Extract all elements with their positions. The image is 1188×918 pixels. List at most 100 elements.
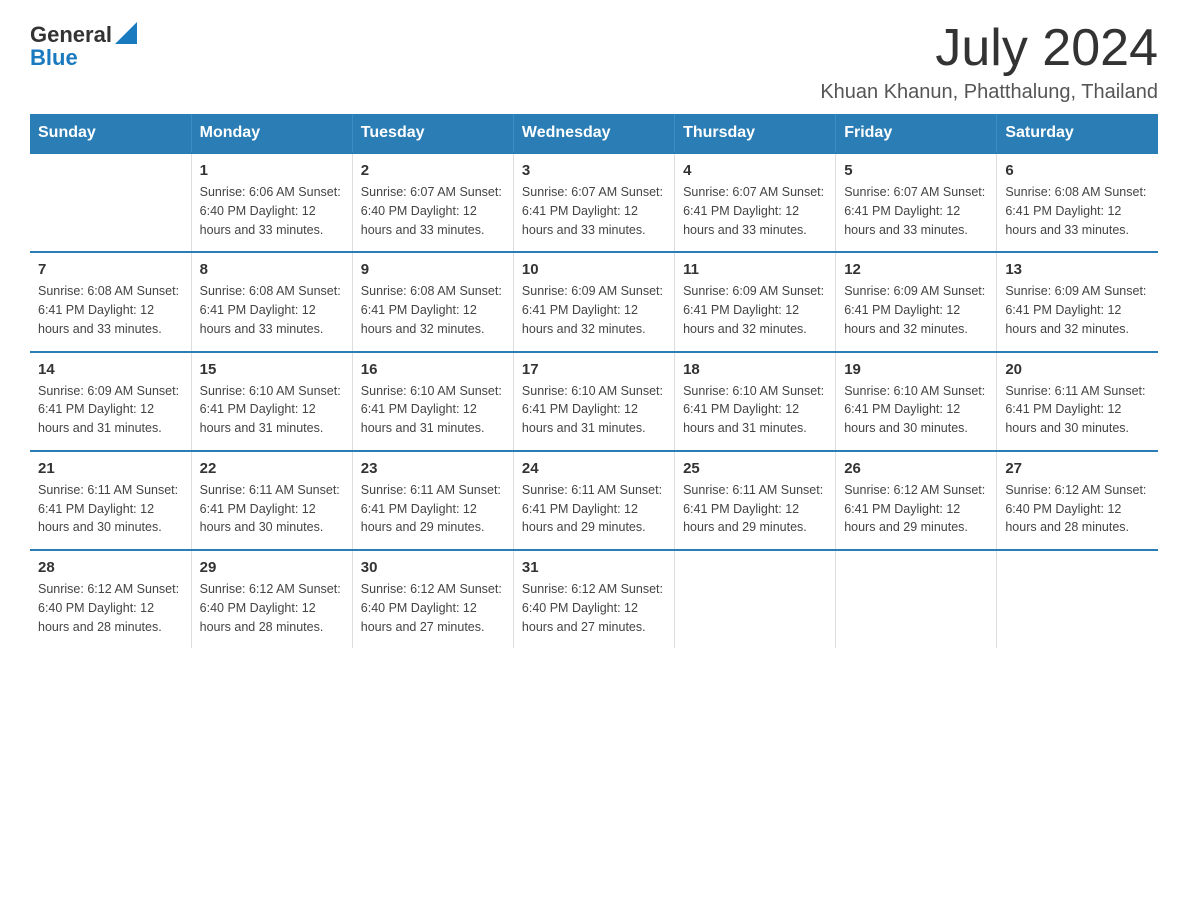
calendar-cell bbox=[30, 153, 191, 252]
header-wednesday: Wednesday bbox=[513, 114, 674, 153]
day-number: 25 bbox=[683, 460, 827, 477]
day-info: Sunrise: 6:07 AM Sunset: 6:41 PM Dayligh… bbox=[844, 183, 988, 239]
calendar-cell: 15 Sunrise: 6:10 AM Sunset: 6:41 PM Dayli… bbox=[191, 352, 352, 451]
day-number: 18 bbox=[683, 361, 827, 378]
week-row-3: 14 Sunrise: 6:09 AM Sunset: 6:41 PM Dayli… bbox=[30, 352, 1158, 451]
day-info: Sunrise: 6:10 AM Sunset: 6:41 PM Dayligh… bbox=[844, 382, 988, 438]
calendar-cell: 27Sunrise: 6:12 AM Sunset: 6:40 PM Dayli… bbox=[997, 451, 1158, 550]
day-number: 7 bbox=[38, 261, 183, 278]
day-info: Sunrise: 6:09 AM Sunset: 6:41 PM Dayligh… bbox=[844, 282, 988, 338]
title-block: July 2024 Khuan Khanun, Phatthalung, Tha… bbox=[820, 20, 1158, 104]
day-number: 22 bbox=[200, 460, 344, 477]
calendar-header: SundayMondayTuesdayWednesdayThursdayFrid… bbox=[30, 114, 1158, 153]
day-number: 23 bbox=[361, 460, 505, 477]
day-number: 20 bbox=[1005, 361, 1150, 378]
header-row: SundayMondayTuesdayWednesdayThursdayFrid… bbox=[30, 114, 1158, 153]
calendar-cell: 31Sunrise: 6:12 AM Sunset: 6:40 PM Dayli… bbox=[513, 550, 674, 648]
day-number: 14 bbox=[38, 361, 183, 378]
week-row-4: 21 Sunrise: 6:11 AM Sunset: 6:41 PM Dayli… bbox=[30, 451, 1158, 550]
day-info: Sunrise: 6:10 AM Sunset: 6:41 PM Dayligh… bbox=[522, 382, 666, 438]
week-row-2: 7 Sunrise: 6:08 AM Sunset: 6:41 PM Daylig… bbox=[30, 252, 1158, 351]
day-number: 26 bbox=[844, 460, 988, 477]
logo-triangle-icon bbox=[115, 22, 137, 44]
header-monday: Monday bbox=[191, 114, 352, 153]
day-number: 13 bbox=[1005, 261, 1150, 278]
calendar-cell: 3 Sunrise: 6:07 AM Sunset: 6:41 PM Daylig… bbox=[513, 153, 674, 252]
day-number: 24 bbox=[522, 460, 666, 477]
day-number: 17 bbox=[522, 361, 666, 378]
day-info: Sunrise: 6:06 AM Sunset: 6:40 PM Dayligh… bbox=[200, 183, 344, 239]
day-info: Sunrise: 6:08 AM Sunset: 6:41 PM Dayligh… bbox=[200, 282, 344, 338]
day-info: Sunrise: 6:09 AM Sunset: 6:41 PM Dayligh… bbox=[683, 282, 827, 338]
day-number: 21 bbox=[38, 460, 183, 477]
day-info: Sunrise: 6:12 AM Sunset: 6:40 PM Dayligh… bbox=[200, 580, 344, 636]
day-number: 12 bbox=[844, 261, 988, 278]
day-number: 5 bbox=[844, 162, 988, 179]
day-info: Sunrise: 6:11 AM Sunset: 6:41 PM Dayligh… bbox=[361, 481, 505, 537]
day-info: Sunrise: 6:08 AM Sunset: 6:41 PM Dayligh… bbox=[361, 282, 505, 338]
calendar-cell: 12 Sunrise: 6:09 AM Sunset: 6:41 PM Dayli… bbox=[836, 252, 997, 351]
day-info: Sunrise: 6:12 AM Sunset: 6:40 PM Dayligh… bbox=[522, 580, 666, 636]
calendar-cell: 22Sunrise: 6:11 AM Sunset: 6:41 PM Dayli… bbox=[191, 451, 352, 550]
calendar-cell: 28Sunrise: 6:12 AM Sunset: 6:40 PM Dayli… bbox=[30, 550, 191, 648]
day-number: 3 bbox=[522, 162, 666, 179]
calendar-cell: 7 Sunrise: 6:08 AM Sunset: 6:41 PM Daylig… bbox=[30, 252, 191, 351]
calendar-cell: 5 Sunrise: 6:07 AM Sunset: 6:41 PM Daylig… bbox=[836, 153, 997, 252]
calendar-cell: 1Sunrise: 6:06 AM Sunset: 6:40 PM Daylig… bbox=[191, 153, 352, 252]
location-subtitle: Khuan Khanun, Phatthalung, Thailand bbox=[820, 81, 1158, 104]
calendar-cell: 24 Sunrise: 6:11 AM Sunset: 6:41 PM Dayli… bbox=[513, 451, 674, 550]
calendar-cell: 17 Sunrise: 6:10 AM Sunset: 6:41 PM Dayli… bbox=[513, 352, 674, 451]
day-info: Sunrise: 6:07 AM Sunset: 6:41 PM Dayligh… bbox=[522, 183, 666, 239]
day-number: 30 bbox=[361, 559, 505, 576]
week-row-1: 1Sunrise: 6:06 AM Sunset: 6:40 PM Daylig… bbox=[30, 153, 1158, 252]
header-thursday: Thursday bbox=[675, 114, 836, 153]
day-number: 19 bbox=[844, 361, 988, 378]
day-info: Sunrise: 6:11 AM Sunset: 6:41 PM Dayligh… bbox=[1005, 382, 1150, 438]
day-info: Sunrise: 6:10 AM Sunset: 6:41 PM Dayligh… bbox=[361, 382, 505, 438]
calendar-cell bbox=[675, 550, 836, 648]
day-info: Sunrise: 6:12 AM Sunset: 6:40 PM Dayligh… bbox=[361, 580, 505, 636]
day-info: Sunrise: 6:10 AM Sunset: 6:41 PM Dayligh… bbox=[683, 382, 827, 438]
day-number: 2 bbox=[361, 162, 505, 179]
calendar-cell: 26 Sunrise: 6:12 AM Sunset: 6:41 PM Dayli… bbox=[836, 451, 997, 550]
day-number: 6 bbox=[1005, 162, 1150, 179]
calendar-table: SundayMondayTuesdayWednesdayThursdayFrid… bbox=[30, 114, 1158, 648]
day-info: Sunrise: 6:10 AM Sunset: 6:41 PM Dayligh… bbox=[200, 382, 344, 438]
day-info: Sunrise: 6:12 AM Sunset: 6:40 PM Dayligh… bbox=[38, 580, 183, 636]
day-number: 16 bbox=[361, 361, 505, 378]
calendar-cell: 25Sunrise: 6:11 AM Sunset: 6:41 PM Dayli… bbox=[675, 451, 836, 550]
calendar-cell: 2 Sunrise: 6:07 AM Sunset: 6:40 PM Daylig… bbox=[352, 153, 513, 252]
calendar-cell: 20 Sunrise: 6:11 AM Sunset: 6:41 PM Dayli… bbox=[997, 352, 1158, 451]
day-info: Sunrise: 6:11 AM Sunset: 6:41 PM Dayligh… bbox=[38, 481, 183, 537]
header-saturday: Saturday bbox=[997, 114, 1158, 153]
day-info: Sunrise: 6:11 AM Sunset: 6:41 PM Dayligh… bbox=[522, 481, 666, 537]
day-info: Sunrise: 6:09 AM Sunset: 6:41 PM Dayligh… bbox=[1005, 282, 1150, 338]
day-info: Sunrise: 6:09 AM Sunset: 6:41 PM Dayligh… bbox=[38, 382, 183, 438]
calendar-cell: 9 Sunrise: 6:08 AM Sunset: 6:41 PM Daylig… bbox=[352, 252, 513, 351]
day-number: 11 bbox=[683, 261, 827, 278]
header-sunday: Sunday bbox=[30, 114, 191, 153]
day-info: Sunrise: 6:07 AM Sunset: 6:40 PM Dayligh… bbox=[361, 183, 505, 239]
day-info: Sunrise: 6:08 AM Sunset: 6:41 PM Dayligh… bbox=[38, 282, 183, 338]
calendar-cell: 23 Sunrise: 6:11 AM Sunset: 6:41 PM Dayli… bbox=[352, 451, 513, 550]
calendar-cell: 16 Sunrise: 6:10 AM Sunset: 6:41 PM Dayli… bbox=[352, 352, 513, 451]
calendar-cell: 30 Sunrise: 6:12 AM Sunset: 6:40 PM Dayli… bbox=[352, 550, 513, 648]
calendar-cell: 13 Sunrise: 6:09 AM Sunset: 6:41 PM Dayli… bbox=[997, 252, 1158, 351]
calendar-cell: 6 Sunrise: 6:08 AM Sunset: 6:41 PM Daylig… bbox=[997, 153, 1158, 252]
day-info: Sunrise: 6:07 AM Sunset: 6:41 PM Dayligh… bbox=[683, 183, 827, 239]
calendar-cell: 14 Sunrise: 6:09 AM Sunset: 6:41 PM Dayli… bbox=[30, 352, 191, 451]
logo: General Blue bbox=[30, 20, 137, 71]
page-header: General Blue July 2024 Khuan Khanun, Pha… bbox=[30, 20, 1158, 104]
calendar-cell: 11 Sunrise: 6:09 AM Sunset: 6:41 PM Dayli… bbox=[675, 252, 836, 351]
day-number: 9 bbox=[361, 261, 505, 278]
day-info: Sunrise: 6:08 AM Sunset: 6:41 PM Dayligh… bbox=[1005, 183, 1150, 239]
calendar-cell: 8Sunrise: 6:08 AM Sunset: 6:41 PM Daylig… bbox=[191, 252, 352, 351]
day-info: Sunrise: 6:12 AM Sunset: 6:40 PM Dayligh… bbox=[1005, 481, 1150, 537]
calendar-cell: 4 Sunrise: 6:07 AM Sunset: 6:41 PM Daylig… bbox=[675, 153, 836, 252]
calendar-cell: 21 Sunrise: 6:11 AM Sunset: 6:41 PM Dayli… bbox=[30, 451, 191, 550]
calendar-body: 1Sunrise: 6:06 AM Sunset: 6:40 PM Daylig… bbox=[30, 153, 1158, 648]
calendar-cell: 29Sunrise: 6:12 AM Sunset: 6:40 PM Dayli… bbox=[191, 550, 352, 648]
day-number: 15 bbox=[200, 361, 344, 378]
day-number: 4 bbox=[683, 162, 827, 179]
day-info: Sunrise: 6:12 AM Sunset: 6:41 PM Dayligh… bbox=[844, 481, 988, 537]
